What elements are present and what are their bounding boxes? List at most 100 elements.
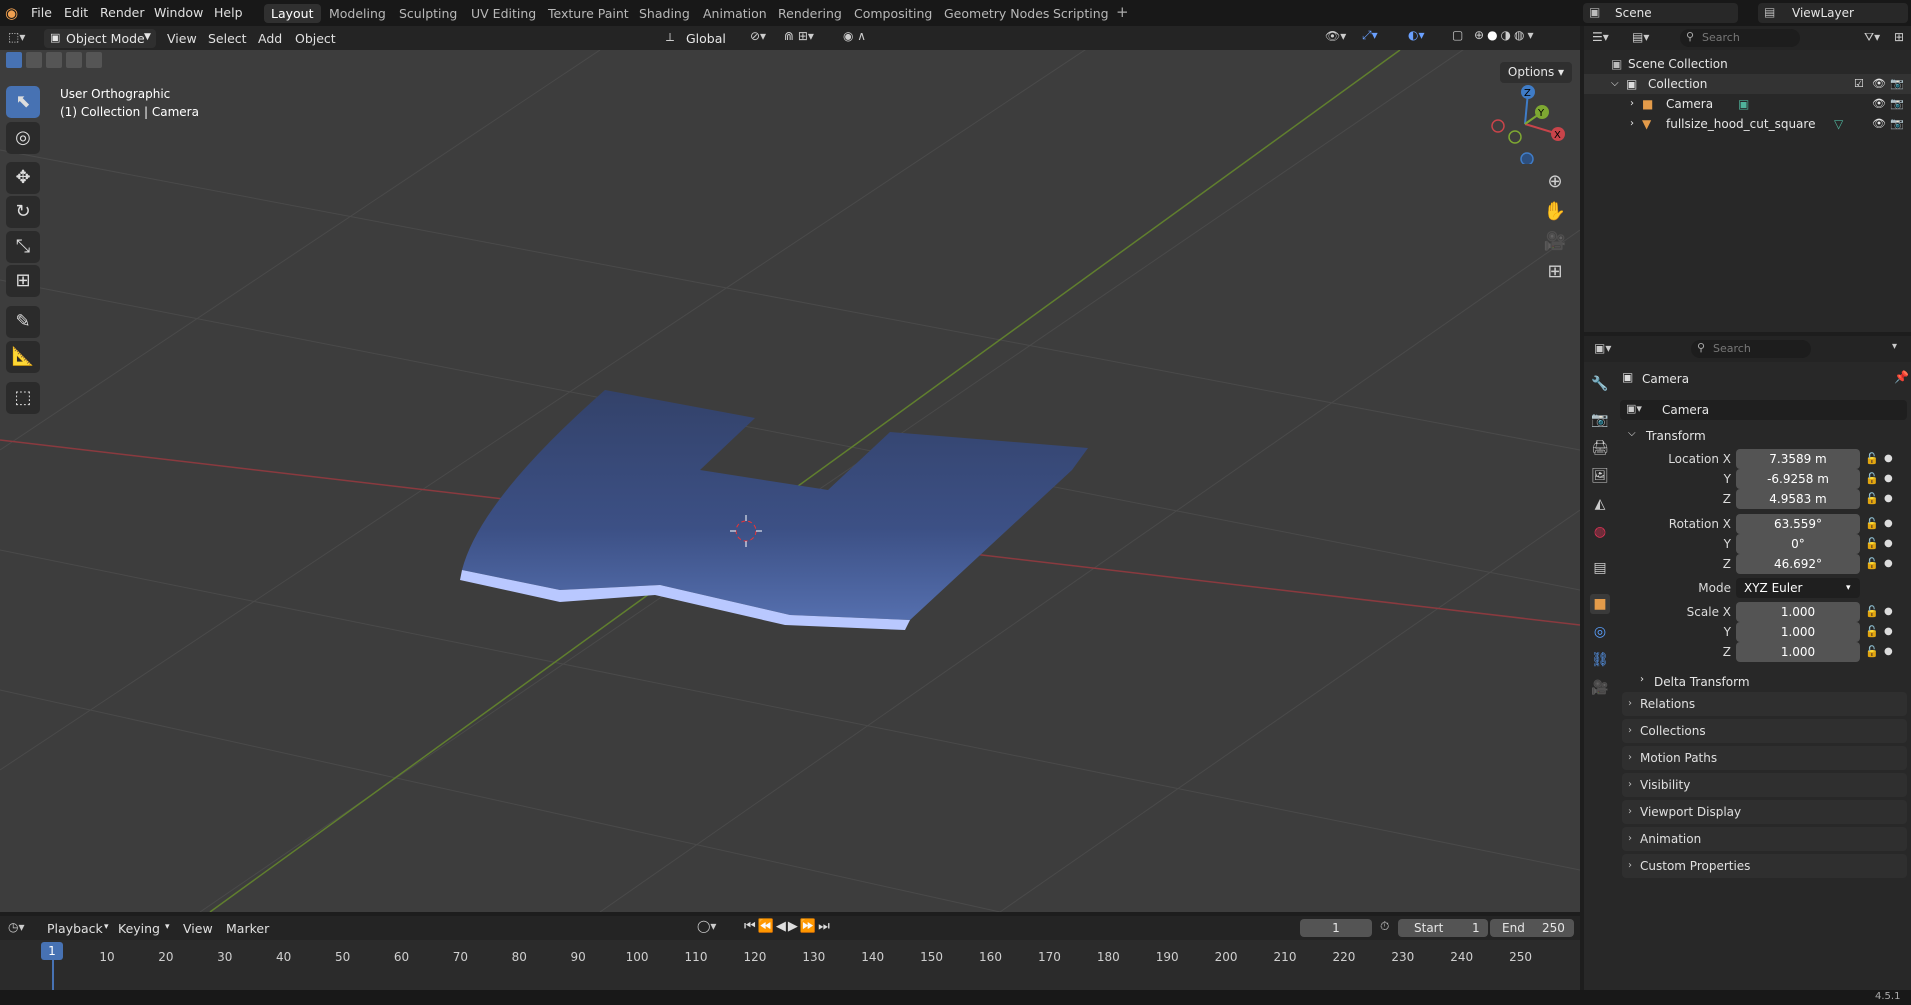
add-cube-tool-icon[interactable]: ⬚ [6,382,40,414]
output-properties-icon[interactable]: 🖨 [1590,438,1610,458]
navigation-gizmo[interactable]: Z X Y [1480,84,1570,164]
menu-view-timeline[interactable]: View [183,920,213,938]
tab-texture-paint[interactable]: Texture Paint [541,4,636,23]
view-layer-properties-icon[interactable]: 🖼 [1590,466,1610,486]
rotation-x-field[interactable]: 63.559° [1736,514,1860,534]
outliner-search[interactable]: ⚲ Search [1680,29,1800,47]
lock-icon[interactable]: 🔓 [1865,625,1879,638]
menu-render[interactable]: Render [100,5,145,20]
camera-view-icon[interactable]: 🎥 [1540,228,1570,256]
keyframe-dot-icon[interactable]: ● [1884,538,1893,549]
measure-tool-icon[interactable]: 📐 [6,341,40,373]
chevron-down-icon[interactable]: ▾ [1892,341,1897,352]
tool-settings-icon[interactable]: 🔧 [1590,374,1610,394]
object-name-field[interactable]: ▣▾ Camera [1620,400,1907,420]
proportional-edit-icon[interactable]: ◉ ∧ [843,29,866,43]
scale-z-field[interactable]: 1.000 [1736,642,1860,662]
tab-shading[interactable]: Shading [632,4,697,23]
scale-y-field[interactable]: 1.000 [1736,622,1860,642]
viewport-display-panel[interactable]: › Viewport Display [1622,800,1907,824]
display-mode-icon[interactable]: ▤▾ [1632,30,1649,44]
tab-layout[interactable]: Layout [264,4,321,23]
mesh-data-icon[interactable]: ▽ [1834,114,1843,134]
scale-x-field[interactable]: 1.000 [1736,602,1860,622]
select-intersect-icon[interactable] [86,52,102,68]
select-extend-icon[interactable] [26,52,42,68]
pan-hand-icon[interactable]: ✋ [1540,198,1570,226]
preview-range-icon[interactable]: ⏱ [1380,919,1389,934]
tab-rendering[interactable]: Rendering [771,4,849,23]
overlay-toggle-icon[interactable]: ◐▾ [1408,28,1425,42]
lock-icon[interactable]: 🔓 [1865,645,1879,658]
playhead[interactable]: 1 [41,942,63,960]
menu-playback[interactable]: Playback [47,920,103,938]
lock-icon[interactable]: 🔓 [1865,557,1879,570]
keyframe-dot-icon[interactable]: ● [1884,558,1893,569]
view-layer-selector[interactable]: ▤ ViewLayer [1758,3,1908,23]
start-frame-field[interactable]: Start 1 [1398,919,1488,937]
blender-logo-icon[interactable]: ◉ [5,4,23,22]
render-camera-icon[interactable]: 📷 [1890,74,1904,94]
options-dropdown[interactable]: Options ▾ [1500,62,1572,83]
move-tool-icon[interactable]: ✥ [6,162,40,194]
lock-icon[interactable]: 🔓 [1865,472,1879,485]
location-y-field[interactable]: -6.9258 m [1736,469,1860,489]
tab-sculpting[interactable]: Sculpting [392,4,464,23]
scene-properties-icon[interactable]: ◭ [1590,494,1610,514]
rotation-mode-dropdown[interactable]: XYZ Euler ▾ [1736,578,1860,598]
select-mode-buttons[interactable] [6,52,102,68]
current-frame-field[interactable]: 1 [1300,919,1372,937]
menu-view[interactable]: View [167,30,197,48]
orientation-dropdown[interactable]: ⟂ Global [664,29,740,48]
snap-icon[interactable]: ⋒ ⊞▾ [784,29,814,43]
menu-help[interactable]: Help [214,5,243,20]
rotation-y-field[interactable]: 0° [1736,534,1860,554]
lock-icon[interactable]: 🔓 [1865,517,1879,530]
tab-geometry-nodes[interactable]: Geometry Nodes [937,4,1056,23]
keyframe-dot-icon[interactable]: ● [1884,518,1893,529]
outliner-row-scene-collection[interactable]: ▣ Scene Collection [1584,54,1911,74]
lock-icon[interactable]: 🔓 [1865,605,1879,618]
chevron-right-icon[interactable]: › [1630,114,1634,134]
select-subtract-icon[interactable] [46,52,62,68]
keyframe-dot-icon[interactable]: ● [1884,626,1893,637]
eye-icon[interactable]: 👁 [1872,114,1886,134]
select-invert-icon[interactable] [66,52,82,68]
properties-search[interactable]: ⚲ Search [1691,340,1811,358]
object-properties-icon[interactable]: ■ [1590,594,1610,614]
menu-object[interactable]: Object [295,30,336,48]
select-new-icon[interactable] [6,52,22,68]
menu-add[interactable]: Add [258,30,282,48]
animation-panel[interactable]: › Animation [1622,827,1907,851]
camera-data-properties-icon[interactable]: 🎥 [1590,678,1610,698]
new-collection-icon[interactable]: ⊞ [1894,30,1904,44]
pivot-icon[interactable]: ⊘▾ [750,29,766,43]
tab-animation[interactable]: Animation [696,4,774,23]
keyframe-dot-icon[interactable]: ● [1884,646,1893,657]
eye-icon[interactable]: 👁 [1872,94,1886,114]
physics-properties-icon[interactable]: ◎ [1590,622,1610,642]
relations-panel[interactable]: › Relations [1622,692,1907,716]
outliner-row-hood[interactable]: › ▼ fullsize_hood_cut_square ▽ 👁 📷 [1584,114,1911,134]
chevron-right-icon[interactable]: › [1630,94,1634,114]
grid-ortho-icon[interactable]: ⊞ [1540,258,1570,286]
custom-properties-panel[interactable]: › Custom Properties [1622,854,1907,878]
render-properties-icon[interactable]: 📷 [1590,410,1610,430]
annotate-tool-icon[interactable]: ✎ [6,306,40,338]
mode-dropdown[interactable]: ▣ Object Mode ▼ [44,29,156,48]
delta-transform-subpanel[interactable]: › Delta Transform [1634,671,1904,691]
transform-tool-icon[interactable]: ⊞ [6,265,40,297]
render-camera-icon[interactable]: 📷 [1890,114,1904,134]
camera-data-icon[interactable]: ▣ [1738,94,1749,114]
menu-window[interactable]: Window [154,5,203,20]
menu-edit[interactable]: Edit [64,5,88,20]
tab-uv-editing[interactable]: UV Editing [464,4,543,23]
checkbox-icon[interactable]: ☑ [1854,74,1864,94]
collection-properties-icon[interactable]: ▤ [1590,558,1610,578]
outliner-editor-icon[interactable]: ☰▾ [1592,30,1609,44]
rotate-tool-icon[interactable]: ↻ [6,196,40,228]
location-z-field[interactable]: 4.9583 m [1736,489,1860,509]
keyframe-dot-icon[interactable]: ● [1884,493,1893,504]
zoom-icon[interactable]: ⊕ [1540,168,1570,196]
tab-scripting[interactable]: Scripting [1046,4,1116,23]
